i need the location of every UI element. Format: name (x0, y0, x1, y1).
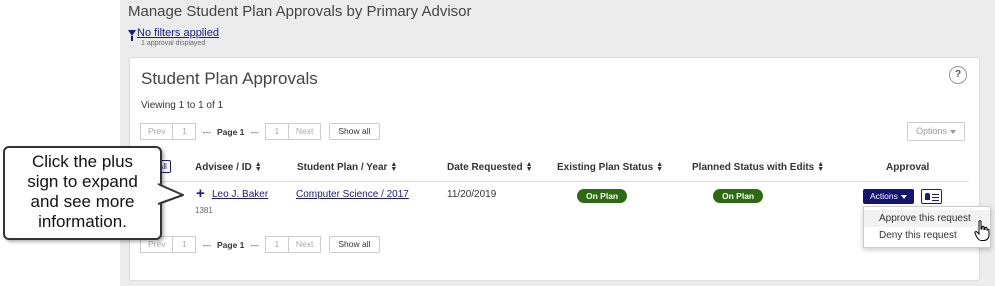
viewing-count: Viewing 1 to 1 of 1 (141, 100, 224, 111)
date-requested: 11/20/2019 (447, 189, 497, 200)
callout-pointer (156, 183, 184, 205)
callout-line: sign to expand (27, 172, 138, 191)
col-approval: Approval (886, 162, 930, 173)
pager-separator: --- (250, 126, 259, 137)
col-date-label: Date Requested (447, 162, 523, 173)
pager-separator: --- (202, 126, 211, 137)
deny-request-item[interactable]: Deny this request (864, 227, 990, 244)
page-input[interactable]: 1 (172, 236, 197, 253)
col-existing-label: Existing Plan Status (557, 162, 654, 173)
card-title: Student Plan Approvals (141, 69, 318, 88)
pager-separator: --- (202, 239, 211, 250)
instruction-callout: Click the plus sign to expand and see mo… (3, 146, 162, 240)
advisee-id: 1381 (195, 206, 213, 215)
plan-name: Computer Science / 2017 (296, 189, 409, 200)
planned-status-badge: On Plan (713, 189, 764, 203)
col-plan-label: Student Plan / Year (297, 162, 388, 173)
next-button[interactable]: Next (287, 236, 322, 253)
filters-link-label: No filters applied (137, 27, 219, 39)
sort-icon: ▲ ▼ (525, 161, 533, 174)
approve-request-item[interactable]: Approve this request (864, 210, 990, 227)
col-planned-status[interactable]: Planned Status with Edits ▲ ▼ (692, 161, 825, 174)
page-input[interactable]: 1 (172, 123, 197, 140)
sort-icon: ▲ ▼ (817, 161, 825, 174)
next-button[interactable]: Next (287, 123, 322, 140)
contact-card-icon[interactable] (921, 189, 942, 204)
page-title: Manage Student Plan Approvals by Primary… (128, 3, 472, 20)
page-label: Page 1 (216, 239, 245, 250)
pager-top: Prev 1 --- Page 1 --- 1 Next Show all (140, 123, 380, 140)
approvals-card: Student Plan Approvals ? Viewing 1 to 1 … (129, 57, 991, 281)
pager-bottom: Prev 1 --- Page 1 --- 1 Next Show all (140, 236, 380, 253)
page-total: 1 (264, 236, 289, 253)
col-date[interactable]: Date Requested ▲ ▼ (447, 161, 533, 174)
advisee-name: Leo J. Baker (212, 189, 269, 200)
callout-line: Click the plus (31, 152, 134, 171)
page-label: Page 1 (216, 126, 245, 137)
sort-icon: ▲ ▼ (656, 161, 664, 174)
callout-line: information. (38, 212, 127, 231)
filters-link[interactable]: No filters applied (128, 27, 219, 41)
callout-line: and see more (30, 192, 135, 211)
help-icon[interactable]: ? (949, 66, 967, 84)
col-existing-status[interactable]: Existing Plan Status ▲ ▼ (557, 161, 664, 174)
col-advisee[interactable]: Advisee / ID ▲ ▼ (195, 161, 262, 174)
pager-separator: --- (250, 239, 259, 250)
col-plan[interactable]: Student Plan / Year ▲ ▼ (297, 161, 398, 174)
sort-icon: ▲ ▼ (254, 161, 262, 174)
actions-button[interactable]: Actions (863, 189, 914, 204)
chevron-down-icon (900, 194, 907, 199)
approvals-count: 1 approval displayed (141, 40, 206, 47)
page-total: 1 (264, 123, 289, 140)
options-button[interactable]: Options (906, 122, 965, 141)
options-label: Options (915, 126, 947, 136)
show-all-button[interactable]: Show all (329, 123, 380, 140)
actions-menu: Approve this request Deny this request (863, 206, 991, 248)
header-divider (140, 181, 969, 182)
col-planned-label: Planned Status with Edits (692, 162, 815, 173)
advisee-link[interactable]: Leo J. Baker (212, 189, 268, 200)
col-advisee-label: Advisee / ID (195, 162, 252, 173)
show-all-button[interactable]: Show all (329, 236, 380, 253)
chevron-down-icon (950, 129, 956, 134)
sort-icon: ▲ ▼ (390, 161, 398, 174)
prev-button[interactable]: Prev (140, 123, 174, 140)
hand-cursor-icon (974, 220, 990, 241)
plan-link[interactable]: Computer Science / 2017 (296, 189, 409, 200)
filter-icon (128, 30, 136, 41)
actions-label: Actions (870, 191, 898, 201)
expand-plus-icon[interactable]: + (196, 186, 205, 201)
existing-status-badge: On Plan (577, 189, 628, 203)
